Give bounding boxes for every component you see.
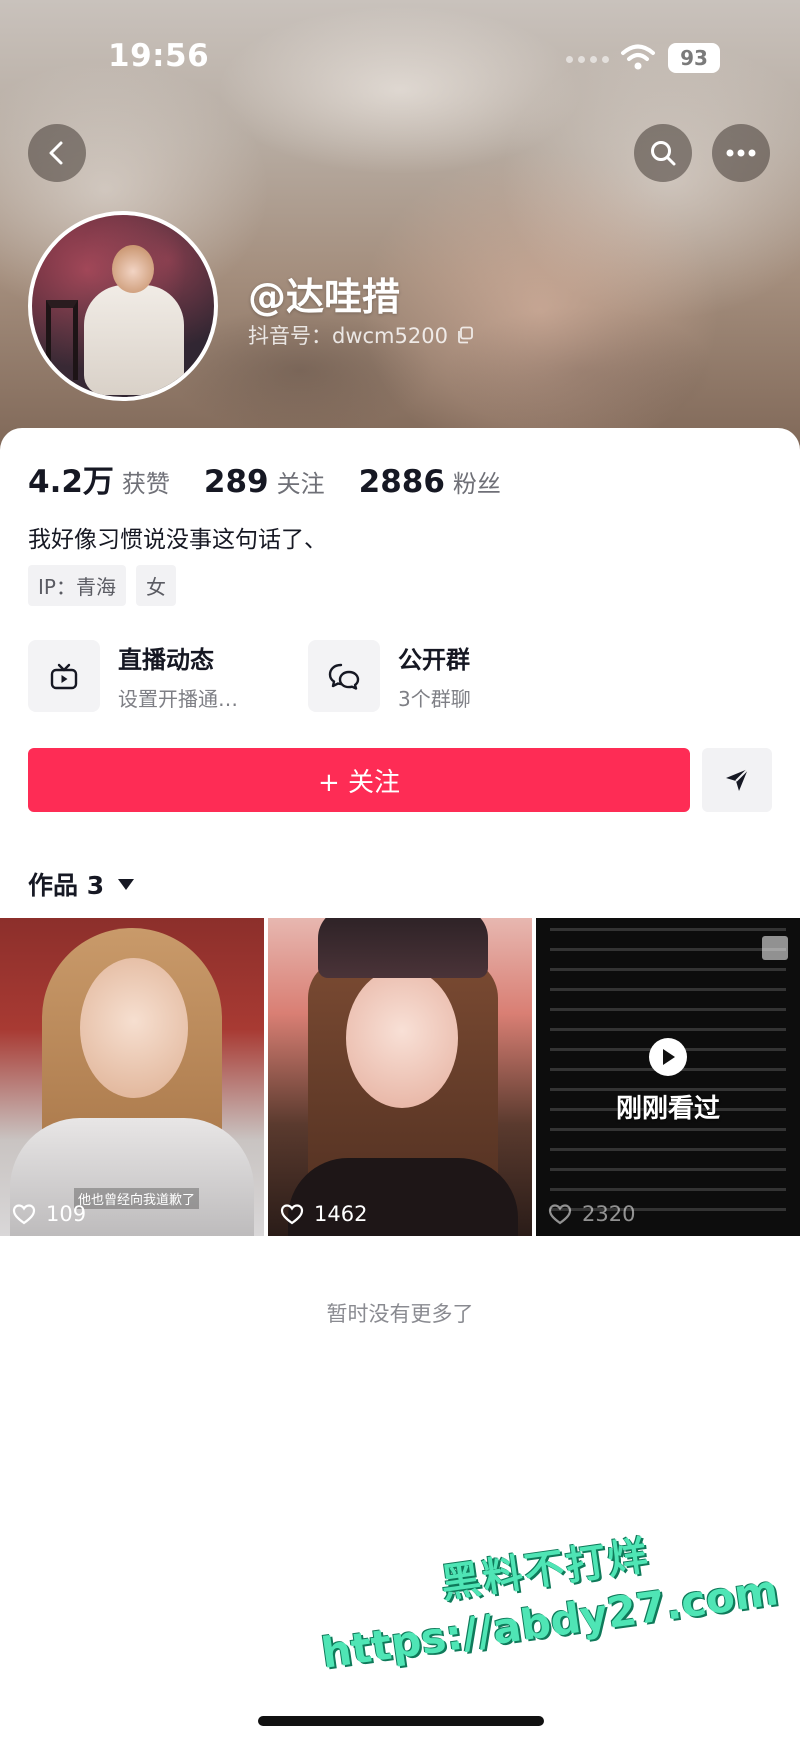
video-thumbnail[interactable]: 他也曾经向我道歉了 109 (0, 918, 264, 1236)
douyin-id[interactable]: 抖音号：dwcm5200 (248, 320, 474, 350)
stat-following[interactable]: 289 关注 (204, 464, 325, 500)
works-grid: 他也曾经向我道歉了 109 1462 刚刚看过 2320 (0, 918, 800, 1236)
heart-icon (12, 1204, 36, 1225)
thumbnail-text-image (550, 928, 786, 1228)
stat-label: 关注 (276, 470, 325, 498)
dropdown-triangle-icon (118, 878, 135, 890)
video-likes-count: 1462 (314, 1202, 368, 1226)
profile-bio: 我好像习惯说没事这句话了、 (28, 527, 327, 553)
quick-link-title: 公开群 (398, 646, 470, 674)
multi-image-icon (762, 936, 788, 960)
gender-tag: 女 (135, 565, 176, 606)
search-icon (651, 141, 676, 166)
thumbnail-image (80, 958, 188, 1098)
heart-icon (548, 1204, 572, 1225)
video-likes: 1462 (280, 1202, 367, 1226)
stat-number: 289 (203, 464, 269, 500)
copy-icon[interactable] (456, 326, 474, 344)
follow-button[interactable]: + 关注 (28, 748, 690, 812)
profile-nickname: @达哇措 (248, 275, 401, 319)
more-button[interactable] (712, 124, 770, 182)
status-bar: 19:56 93 (0, 0, 800, 115)
back-button[interactable] (28, 124, 86, 182)
profile-stats: 4.2万 获赞 289 关注 2886 粉丝 (28, 456, 501, 501)
avatar-decoration (112, 245, 154, 293)
tab-works[interactable]: 作品 3 (28, 866, 135, 902)
stat-followers[interactable]: 2886 粉丝 (359, 464, 501, 500)
ip-location-tag: IP：青海 (28, 565, 126, 606)
play-icon (649, 1038, 687, 1076)
quick-link-live[interactable]: 直播动态 设置开播通… (28, 638, 238, 714)
video-thumbnail[interactable]: 1462 (268, 918, 532, 1236)
stat-number: 2886 (358, 464, 445, 500)
quick-link-subtitle: 设置开播通… (118, 687, 238, 711)
thumbnail-image (346, 968, 458, 1108)
cover-decoration (360, 150, 720, 460)
wifi-icon (621, 44, 655, 70)
search-button[interactable] (634, 124, 692, 182)
video-likes: 2320 (548, 1202, 635, 1226)
thumbnail-image (318, 918, 488, 978)
quick-link-subtitle: 3个群聊 (398, 687, 471, 711)
quick-link-title: 直播动态 (118, 646, 214, 674)
stat-label: 获赞 (121, 470, 170, 498)
video-likes-count: 2320 (582, 1202, 636, 1226)
chevron-left-icon (49, 141, 63, 165)
video-caption: 他也曾经向我道歉了 (74, 1188, 200, 1209)
heart-icon (280, 1204, 304, 1225)
video-thumbnail[interactable]: 刚刚看过 2320 (536, 918, 800, 1236)
stat-likes[interactable]: 4.2万 获赞 (28, 456, 170, 501)
video-likes: 109 (12, 1202, 86, 1226)
battery-indicator: 93 (668, 43, 720, 73)
more-dots-icon (726, 149, 756, 157)
avatar-decoration (46, 300, 78, 380)
douyin-id-text: 抖音号：dwcm5200 (248, 324, 448, 348)
cellular-signal-icon (566, 56, 612, 64)
share-button[interactable] (702, 748, 772, 812)
avatar[interactable] (28, 211, 218, 401)
quick-link-group[interactable]: 公开群 3个群聊 (308, 638, 471, 714)
tab-works-label: 作品 3 (28, 871, 105, 900)
avatar-decoration (84, 285, 184, 395)
status-time: 19:56 (108, 38, 210, 74)
live-tv-icon (28, 640, 100, 712)
profile-tags: IP：青海 女 (28, 565, 176, 606)
no-more-text: 暂时没有更多了 (326, 1302, 474, 1326)
group-chat-icon (308, 640, 380, 712)
stat-number: 4.2万 (28, 464, 114, 500)
send-icon (726, 768, 749, 791)
quick-links: 直播动态 设置开播通… 公开群 3个群聊 (28, 638, 768, 716)
stat-label: 粉丝 (452, 470, 501, 498)
just-viewed-label: 刚刚看过 (615, 1094, 720, 1124)
video-likes-count: 109 (46, 1202, 87, 1226)
home-indicator[interactable] (258, 1716, 544, 1726)
